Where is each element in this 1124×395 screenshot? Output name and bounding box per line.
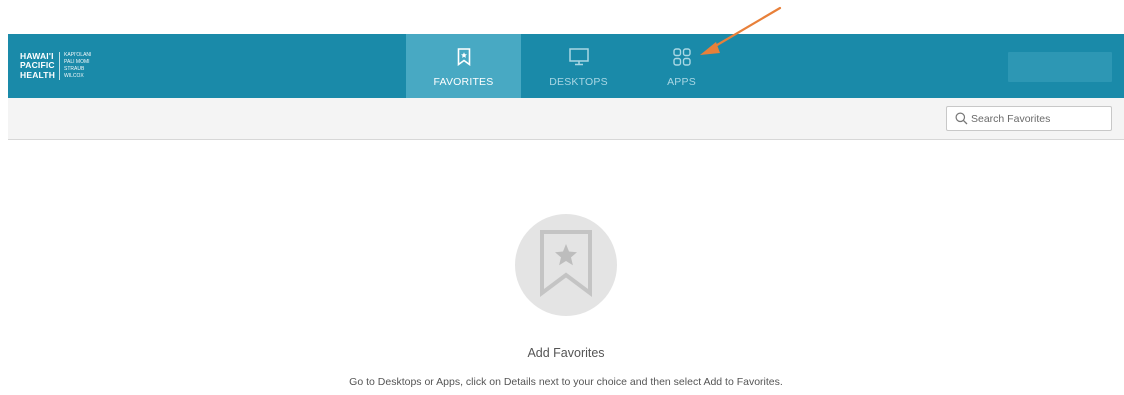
tab-favorites[interactable]: FAVORITES: [406, 34, 521, 98]
bookmark-icon: [454, 47, 474, 67]
tab-apps[interactable]: APPS: [624, 34, 739, 98]
favorites-toolbar: [8, 98, 1124, 140]
top-navigation-bar: HAWAI'I PACIFIC HEALTH KAPI'OLANI PALI M…: [8, 34, 1124, 98]
logo-main-text: HAWAI'I PACIFIC HEALTH: [20, 51, 56, 81]
logo-main-line: HEALTH: [20, 69, 56, 80]
logo-sub-line: KAPI'OLANI: [64, 52, 92, 58]
bookmark-star-icon: [539, 229, 593, 302]
tab-apps-label: APPS: [667, 76, 696, 88]
logo-sub-line: STRAUB: [64, 66, 85, 72]
tab-favorites-label: FAVORITES: [433, 76, 494, 88]
search-input[interactable]: [971, 112, 1101, 125]
tab-desktops[interactable]: DESKTOPS: [521, 34, 636, 98]
logo-divider: [59, 52, 61, 80]
monitor-icon: [568, 47, 589, 67]
logo-sub-line: WILCOX: [64, 73, 84, 79]
user-account-menu[interactable]: [1008, 52, 1112, 82]
logo-sub-line: PALI MOMI: [64, 59, 90, 65]
hawaii-pacific-health-logo: HAWAI'I PACIFIC HEALTH KAPI'OLANI PALI M…: [20, 51, 91, 81]
empty-state-description: Go to Desktops or Apps, click on Details…: [349, 376, 783, 388]
search-icon: [954, 112, 968, 126]
search-box[interactable]: [946, 106, 1112, 131]
citrix-storefront-page: HAWAI'I PACIFIC HEALTH KAPI'OLANI PALI M…: [0, 0, 1124, 395]
empty-state-title: Add Favorites: [527, 346, 605, 360]
empty-state-illustration: [515, 214, 617, 316]
tab-desktops-label: DESKTOPS: [549, 76, 608, 88]
logo-sub-text: KAPI'OLANI PALI MOMI STRAUB WILCOX: [64, 52, 91, 80]
apps-grid-icon: [672, 47, 692, 67]
